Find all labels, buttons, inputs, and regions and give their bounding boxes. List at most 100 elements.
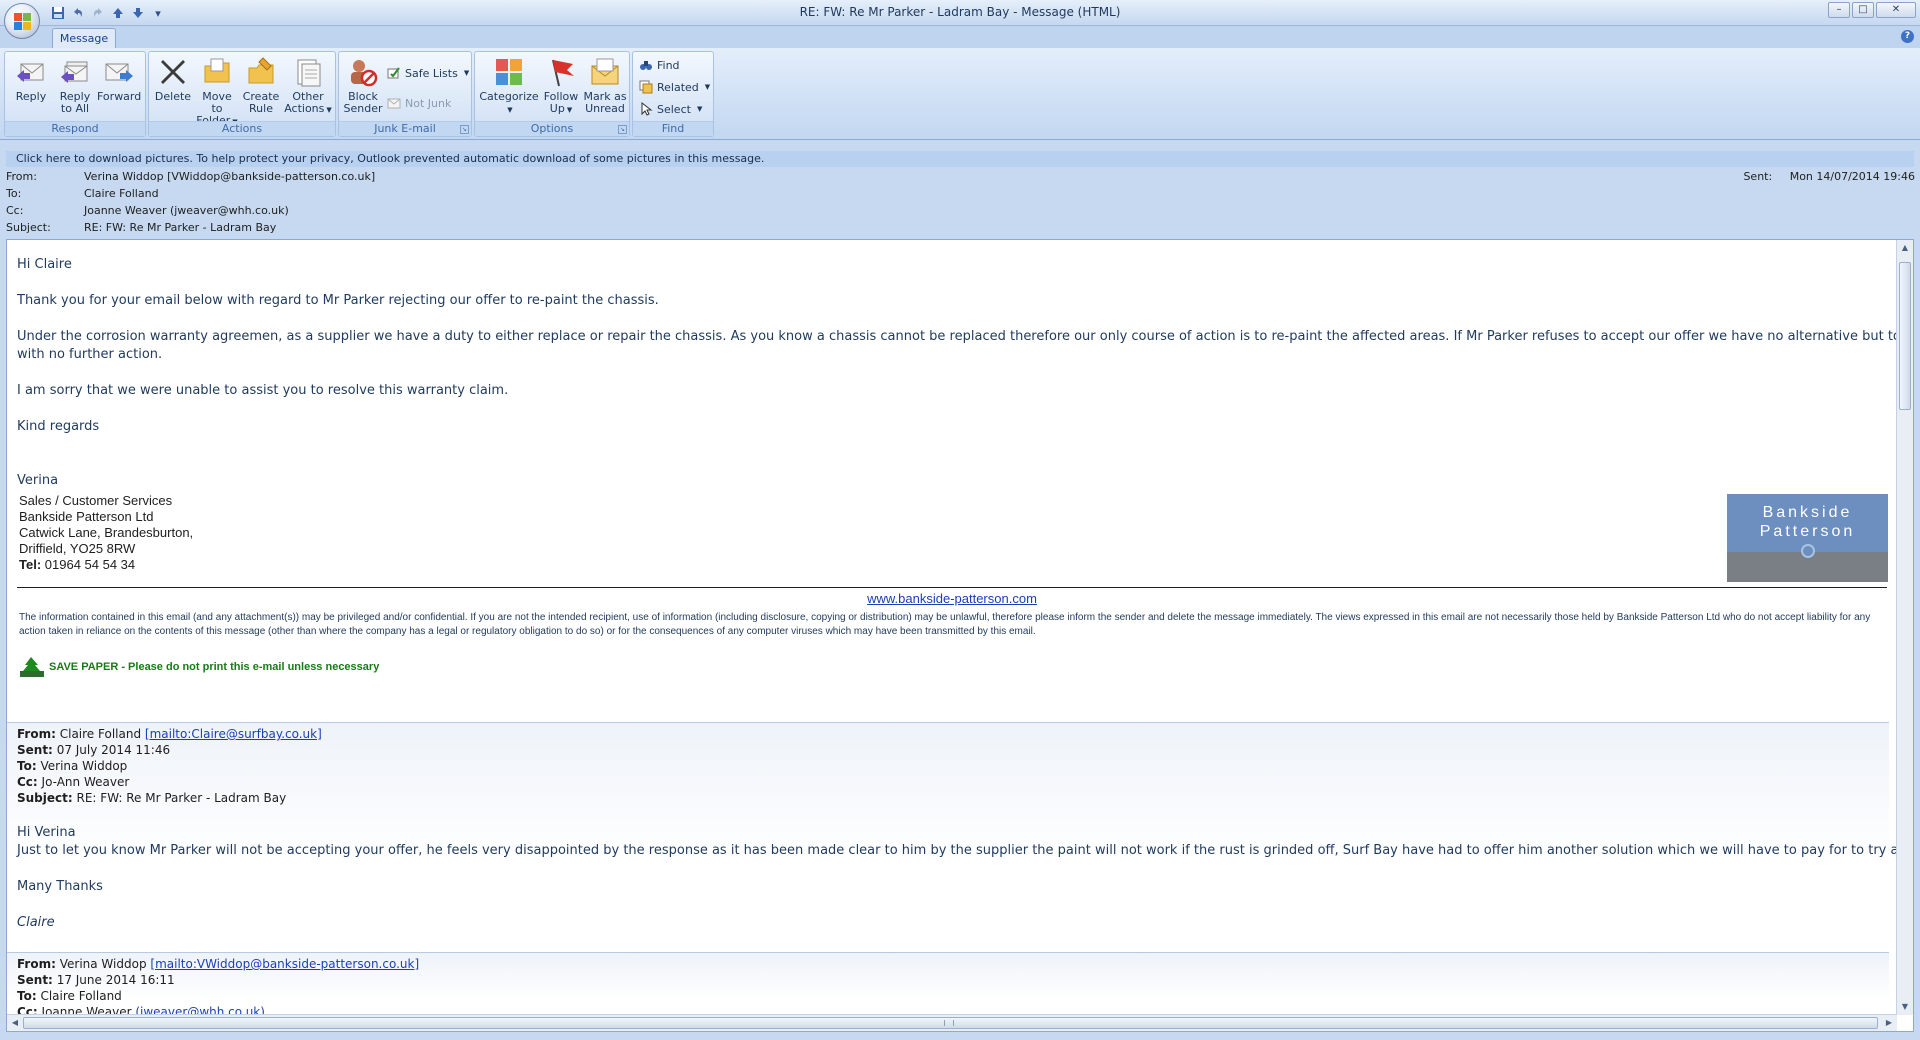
tree-icon bbox=[20, 657, 44, 677]
forward-button[interactable]: Forward bbox=[97, 56, 141, 103]
quote1-from-name: Claire Folland bbox=[59, 727, 145, 741]
quote2-sent-value: 17 June 2014 16:11 bbox=[56, 973, 175, 987]
categorize-button[interactable]: Categorize ▼ bbox=[479, 56, 539, 116]
dropdown-arrow-icon: ▼ bbox=[696, 105, 703, 113]
reply-icon bbox=[15, 56, 47, 88]
vertical-scrollbar[interactable]: ▲ ▼ bbox=[1896, 240, 1913, 1015]
bankside-patterson-logo: Bankside Patterson bbox=[1727, 494, 1888, 582]
quote2-from: From: Verina Widdop [mailto:VWiddop@bank… bbox=[17, 956, 419, 972]
vertical-scroll-thumb[interactable] bbox=[1899, 262, 1911, 410]
scroll-right-icon[interactable]: ▶ bbox=[1881, 1015, 1897, 1031]
quote1-cc: Cc: Jo-Ann Weaver bbox=[17, 774, 129, 790]
message-body[interactable]: Hi Claire Thank you for your email below… bbox=[6, 239, 1914, 1032]
reply-all-button[interactable]: Reply to All bbox=[53, 56, 97, 115]
follow-up-button[interactable]: Follow Up ▼ bbox=[539, 56, 583, 116]
scroll-down-icon[interactable]: ▼ bbox=[1897, 999, 1913, 1015]
safe-lists-icon bbox=[387, 67, 400, 79]
logo-dot bbox=[1801, 544, 1815, 558]
quote2-mailto-link[interactable]: [mailto:VWiddop@bankside-patterson.co.uk… bbox=[150, 957, 419, 971]
find-button[interactable]: Find bbox=[639, 56, 680, 74]
block-sender-label-2: Sender bbox=[343, 102, 383, 115]
reply-label: Reply bbox=[15, 90, 47, 103]
subject-label: Subject: bbox=[6, 221, 51, 234]
scroll-up-icon[interactable]: ▲ bbox=[1897, 240, 1913, 256]
from-value[interactable]: Verina Widdop [VWiddop@bankside-patterso… bbox=[84, 168, 375, 185]
quote2-sent-label: Sent: bbox=[17, 973, 53, 987]
forward-icon bbox=[103, 56, 135, 88]
not-junk-button[interactable]: Not Junk bbox=[387, 94, 451, 112]
group-find-label: Find bbox=[633, 121, 713, 136]
tel-label: Tel: bbox=[19, 557, 42, 572]
other-actions-button[interactable]: Other Actions ▼ bbox=[283, 56, 333, 116]
download-pictures-infobar[interactable]: Click here to download pictures. To help… bbox=[6, 151, 1914, 167]
safe-lists-button[interactable]: Safe Lists ▼ bbox=[387, 64, 469, 82]
title-bar: ▾ RE: FW: Re Mr Parker - Ladram Bay - Me… bbox=[0, 0, 1920, 26]
related-icon bbox=[639, 80, 653, 94]
tab-message[interactable]: Message bbox=[52, 28, 116, 49]
greeting: Hi Claire bbox=[17, 257, 72, 272]
reply-all-icon bbox=[59, 56, 91, 88]
quote1-cc-value: Jo-Ann Weaver bbox=[41, 775, 130, 789]
signature-dept: Sales / Customer Services bbox=[19, 493, 173, 508]
header-subject: Subject: RE: FW: Re Mr Parker - Ladram B… bbox=[6, 219, 1506, 236]
follow-up-label-2: Up bbox=[549, 102, 565, 115]
cc-value[interactable]: Joanne Weaver (jweaver@whh.co.uk) bbox=[84, 202, 289, 219]
signature-address-1: Catwick Lane, Brandesburton, bbox=[19, 525, 194, 540]
quote1-greeting: Hi Verina bbox=[17, 825, 76, 840]
group-junk-label: Junk E-mail bbox=[339, 121, 471, 136]
safe-lists-label: Safe Lists bbox=[405, 66, 458, 80]
move-to-folder-button[interactable]: Move to Folder▼ bbox=[195, 56, 239, 128]
header-sent: Sent: Mon 14/07/2014 19:46 bbox=[1743, 168, 1915, 185]
group-options: Categorize ▼ Follow Up ▼ Mark as Unread O… bbox=[474, 51, 630, 137]
not-junk-icon bbox=[387, 98, 401, 109]
quote2-to-value: Claire Folland bbox=[40, 989, 122, 1003]
header-cc: Cc: Joanne Weaver (jweaver@whh.co.uk) bbox=[6, 202, 1506, 219]
categorize-label: Categorize bbox=[479, 90, 539, 103]
dropdown-arrow-icon: ▼ bbox=[704, 83, 711, 91]
ribbon-tabs: Message ? bbox=[0, 26, 1920, 49]
quoted-message-1: From: Claire Folland [mailto:Claire@surf… bbox=[7, 722, 1913, 950]
block-sender-button[interactable]: Block Sender bbox=[341, 56, 385, 115]
paragraph-1: Thank you for your email below with rega… bbox=[17, 293, 659, 308]
other-actions-label-2: Actions bbox=[284, 102, 325, 115]
maximize-button[interactable]: □ bbox=[1852, 2, 1874, 18]
binoculars-icon bbox=[640, 61, 652, 70]
dialog-launcher-icon[interactable]: ↘ bbox=[618, 125, 627, 134]
select-button[interactable]: Select ▼ bbox=[639, 100, 702, 118]
delete-button[interactable]: Delete bbox=[151, 56, 195, 103]
signature-address-2: Driffield, YO25 8RW bbox=[19, 541, 136, 556]
quote1-from-label: From: bbox=[17, 727, 56, 741]
signature-tel: Tel: 01964 54 54 34 bbox=[19, 557, 135, 573]
help-icon[interactable]: ? bbox=[1901, 30, 1914, 43]
create-rule-icon bbox=[245, 56, 277, 88]
quote1-from: From: Claire Folland [mailto:Claire@surf… bbox=[17, 726, 322, 742]
scroll-left-icon[interactable]: ◀ bbox=[7, 1015, 23, 1031]
forward-label: Forward bbox=[97, 90, 142, 103]
quote1-mailto-link[interactable]: [mailto:Claire@surfbay.co.uk] bbox=[145, 727, 322, 741]
signature-company: Bankside Patterson Ltd bbox=[19, 509, 154, 524]
horizontal-scroll-thumb[interactable] bbox=[23, 1017, 1878, 1029]
find-label: Find bbox=[657, 58, 680, 72]
related-button[interactable]: Related ▼ bbox=[639, 78, 710, 96]
website-link[interactable]: www.bankside-patterson.com bbox=[867, 591, 1037, 606]
window-title: RE: FW: Re Mr Parker - Ladram Bay - Mess… bbox=[799, 5, 1121, 19]
mark-as-unread-button[interactable]: Mark as Unread bbox=[581, 56, 629, 115]
scroll-grip bbox=[944, 1020, 954, 1026]
reply-button[interactable]: Reply bbox=[9, 56, 53, 103]
disclaimer: The information contained in this email … bbox=[19, 612, 1871, 637]
group-find: Find Related ▼ Select ▼ Find bbox=[632, 51, 714, 137]
to-value[interactable]: Claire Folland bbox=[84, 185, 159, 202]
quote1-text: Just to let you know Mr Parker will not … bbox=[17, 843, 1914, 858]
ribbon: Reply Reply to All Forward Respond Delet… bbox=[0, 48, 1920, 140]
quote2-to: To: Claire Folland bbox=[17, 988, 122, 1004]
quote1-subject-label: Subject: bbox=[17, 791, 73, 805]
office-button[interactable] bbox=[4, 3, 40, 39]
sender-name: Verina bbox=[17, 473, 59, 488]
create-rule-button[interactable]: Create Rule bbox=[239, 56, 283, 115]
mark-as-unread-label-2: Unread bbox=[585, 102, 625, 115]
dialog-launcher-icon[interactable]: ↘ bbox=[460, 125, 469, 134]
horizontal-scrollbar[interactable]: ◀ ▶ bbox=[7, 1014, 1897, 1031]
close-button[interactable]: ✕ bbox=[1876, 2, 1916, 18]
cursor-icon bbox=[641, 102, 653, 116]
minimize-button[interactable]: – bbox=[1828, 2, 1850, 18]
